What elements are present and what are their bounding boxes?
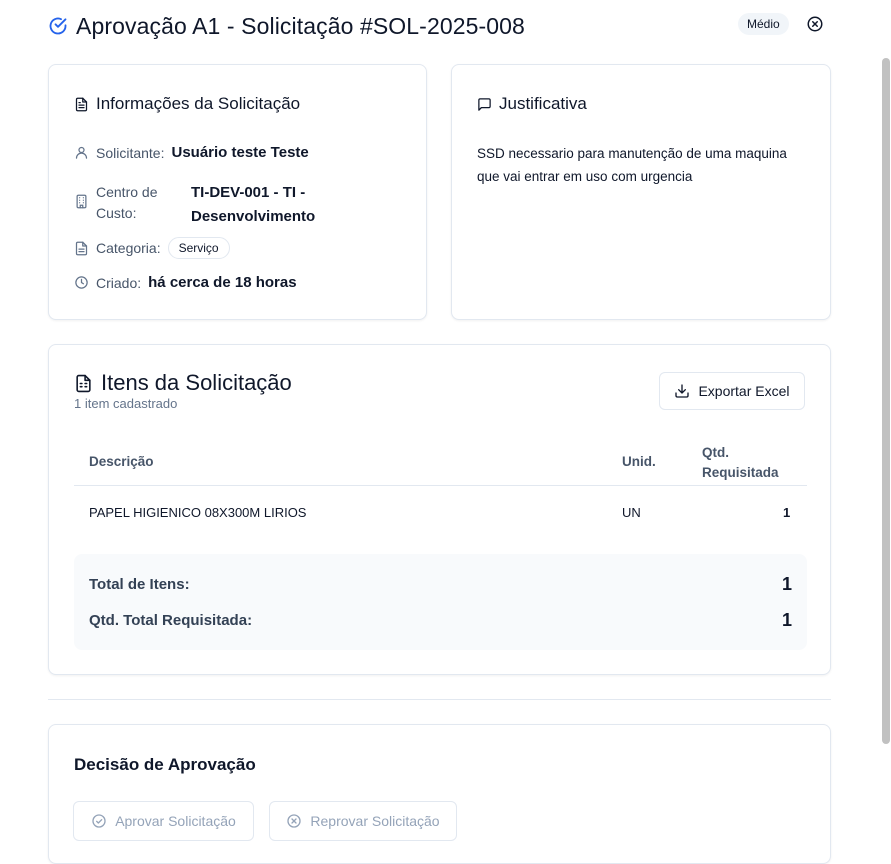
- created-label: Criado:: [96, 274, 142, 291]
- decision-card: Decisão de Aprovação Aprovar Solicitação…: [48, 724, 831, 864]
- column-header-unit: Unid.: [622, 454, 656, 469]
- request-info-card: Informações da Solicitação Solicitante: …: [48, 64, 427, 320]
- items-title: Itens da Solicitação: [74, 370, 292, 396]
- download-icon: [675, 384, 690, 398]
- decision-title: Decisão de Aprovação: [74, 755, 256, 774]
- dialog-header: Aprovação A1 - Solicitação #SOL-2025-008…: [48, 10, 838, 42]
- total-qty-label: Qtd. Total Requisitada:: [89, 612, 253, 629]
- section-divider: [48, 699, 831, 700]
- total-qty-value: 1: [781, 610, 792, 630]
- justification-title: Justificativa: [477, 94, 587, 114]
- message-icon: [478, 97, 491, 111]
- category-label: Categoria:: [96, 240, 161, 256]
- clock-icon: [75, 276, 88, 289]
- export-excel-button[interactable]: Exportar Excel: [659, 372, 805, 410]
- totals-summary: Total de Itens: 1 Qtd. Total Requisitada…: [74, 554, 807, 650]
- justification-text: SSD necessario para manutenção de uma ma…: [477, 146, 787, 184]
- reject-button[interactable]: Reprovar Solicitação: [269, 801, 457, 841]
- category-row: Categoria: Serviço: [74, 237, 230, 259]
- created-row: Criado: há cerca de 18 horas: [74, 274, 297, 291]
- justification-card: Justificativa SSD necessario para manute…: [451, 64, 831, 320]
- requester-label: Solicitante:: [96, 144, 165, 161]
- items-count: 1 item cadastrado: [74, 396, 178, 411]
- close-icon[interactable]: [806, 15, 824, 33]
- cost-center-value: TI-DEV-001 - TI - Desenvolvimento: [191, 184, 316, 225]
- priority-badge: Médio: [738, 13, 789, 35]
- total-items-label: Total de Itens:: [89, 576, 190, 593]
- column-header-qty: Qtd. Requisitada: [702, 445, 779, 480]
- item-description: PAPEL HIGIENICO 08X300M LIRIOS: [89, 505, 307, 520]
- page-title: Aprovação A1 - Solicitação #SOL-2025-008: [76, 12, 525, 39]
- check-circle-icon: [49, 17, 67, 35]
- document-icon: [75, 97, 88, 111]
- total-items-value: 1: [781, 574, 792, 594]
- cost-center-row: Centro de Custo: TI-DEV-001 - TI - Desen…: [74, 181, 315, 229]
- spreadsheet-icon: [76, 374, 91, 392]
- building-icon: [76, 194, 87, 209]
- user-icon: [75, 146, 88, 159]
- document-icon: [75, 241, 88, 255]
- item-qty: 1: [783, 505, 791, 520]
- table-header-divider: [74, 485, 807, 486]
- item-unit: UN: [622, 505, 641, 520]
- approve-button[interactable]: Aprovar Solicitação: [73, 801, 254, 841]
- requester-row: Solicitante: Usuário teste Teste: [74, 144, 309, 161]
- info-card-title: Informações da Solicitação: [74, 94, 300, 114]
- requester-value: Usuário teste Teste: [171, 144, 309, 161]
- column-header-description: Descrição: [89, 454, 154, 469]
- items-card: Itens da Solicitação 1 item cadastrado E…: [48, 344, 831, 675]
- created-value: há cerca de 18 horas: [148, 274, 297, 291]
- scrollbar-thumb[interactable]: [882, 58, 890, 744]
- x-circle-icon: [287, 814, 302, 828]
- category-badge: Serviço: [167, 237, 230, 259]
- check-circle-icon: [92, 814, 106, 828]
- cost-center-label: Centro de Custo:: [96, 184, 158, 221]
